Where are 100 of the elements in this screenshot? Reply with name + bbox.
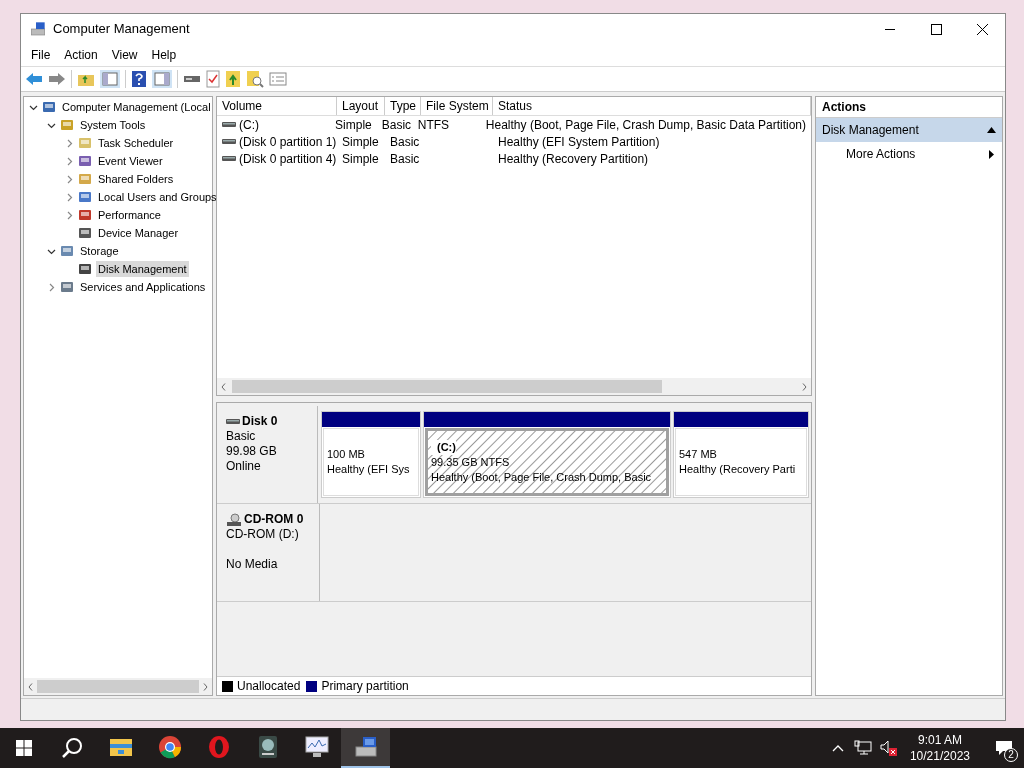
legend-label: Primary partition — [321, 678, 409, 695]
column-header[interactable]: Type — [385, 97, 421, 115]
checklist-icon[interactable] — [206, 70, 220, 88]
table-cell-text: NTFS — [417, 116, 450, 134]
horizontal-scrollbar[interactable] — [24, 678, 212, 695]
drive-icon — [222, 137, 236, 146]
tree-item[interactable]: Shared Folders — [96, 170, 176, 188]
menu-item[interactable]: Help — [144, 46, 184, 64]
scroll-right-icon[interactable] — [802, 382, 807, 391]
table-cell-text: Basic — [390, 133, 420, 151]
clock-date[interactable]: 10/21/2023 — [909, 748, 970, 764]
tree-node-icon — [41, 99, 57, 115]
tree-item[interactable]: Services and Applications — [78, 278, 208, 296]
tree-node-icon — [59, 243, 75, 259]
partition-block[interactable]: (C:) 99.35 GB NTFS Healthy (Boot, Page File, Crash Dump, Basic — [423, 411, 671, 498]
disk-detail: No Media — [226, 557, 279, 572]
table-cell-text: Simple — [335, 116, 372, 134]
tree-item[interactable]: Task Scheduler — [96, 134, 176, 152]
tree-item[interactable]: Device Manager — [96, 224, 181, 242]
tree-item[interactable]: Event Viewer — [96, 152, 165, 170]
table-cell-text: (Disk 0 partition 1) — [239, 133, 337, 151]
notification-button[interactable]: 2 — [984, 728, 1024, 768]
disk-detail: Basic — [226, 429, 257, 444]
table-cell-text: Healthy (Recovery Partition) — [498, 150, 649, 168]
pane-toggle-icon[interactable] — [100, 70, 120, 88]
menu-item[interactable]: File — [24, 46, 58, 64]
cd-drive-icon — [226, 512, 242, 527]
expand-chevron-icon[interactable] — [65, 192, 74, 202]
table-cell-text: Healthy (EFI System Partition) — [498, 133, 660, 151]
column-header[interactable]: Status — [493, 97, 811, 115]
action-item[interactable]: More Actions — [816, 142, 1002, 166]
disk-detail: Online — [226, 459, 262, 474]
table-cell-text: (Disk 0 partition 4) — [239, 150, 337, 168]
tree-node-icon — [77, 153, 93, 169]
scroll-left-icon[interactable] — [221, 382, 226, 391]
tree-node-icon — [59, 279, 75, 295]
tree-node-icon — [59, 117, 75, 133]
disk-detail: 99.98 GB — [226, 444, 278, 459]
disk-info-panel[interactable]: Disk 0 Basic 99.98 GB Online — [217, 406, 318, 503]
table-cell-text: Healthy (Boot, Page File, Crash Dump, Basic Data Partition) — [485, 116, 806, 134]
tree-item[interactable]: Local Users and Groups — [96, 188, 219, 206]
tree-node-icon — [77, 225, 93, 241]
forward-arrow-icon[interactable] — [48, 71, 66, 87]
back-arrow-icon[interactable] — [25, 71, 43, 87]
windows-logo-icon — [16, 740, 32, 756]
minimize-icon — [885, 28, 895, 30]
drive-icon — [226, 417, 240, 426]
horizontal-scrollbar[interactable] — [217, 378, 811, 395]
action-section-header[interactable]: Disk Management — [816, 118, 1002, 142]
table-cell-text: Basic — [390, 150, 420, 168]
folder-icon — [108, 736, 133, 758]
notification-count: 2 — [1004, 748, 1018, 762]
disk-name: Disk 0 — [242, 414, 278, 429]
tree-item[interactable]: System Tools — [78, 116, 148, 134]
menu-item[interactable]: Action — [57, 46, 105, 64]
expand-chevron-icon[interactable] — [47, 282, 56, 292]
help-icon[interactable] — [131, 70, 147, 88]
muted-speaker-icon[interactable] — [879, 740, 898, 756]
pane-toggle-icon[interactable] — [152, 70, 172, 88]
partition-block[interactable]: 547 MB Healthy (Recovery Parti — [673, 411, 809, 498]
tree-item[interactable]: Storage — [78, 242, 121, 260]
taskbar-app-button[interactable] — [341, 728, 390, 768]
column-header[interactable]: Volume — [217, 97, 337, 115]
column-header[interactable]: Layout — [337, 97, 385, 115]
legend-label: Unallocated — [237, 678, 301, 695]
tree-item[interactable]: Performance — [96, 206, 163, 224]
menu-item[interactable]: View — [104, 46, 145, 64]
chevron-up-icon[interactable] — [831, 744, 844, 752]
table-cell-text: Simple — [342, 133, 379, 151]
tree-node-icon — [77, 171, 93, 187]
scroll-left-icon[interactable] — [28, 682, 33, 691]
network-icon[interactable] — [853, 740, 872, 756]
partition-label: (C:) — [431, 439, 456, 455]
table-cell-text: (C:) — [239, 116, 259, 134]
tree-item[interactable]: Disk Management — [96, 260, 189, 278]
expand-chevron-icon[interactable] — [65, 210, 74, 220]
submenu-arrow-icon — [989, 149, 994, 159]
expand-chevron-icon[interactable] — [65, 156, 74, 166]
speech-bubble-icon — [995, 740, 1013, 756]
partition-block[interactable]: 100 MB Healthy (EFI Sys — [321, 411, 421, 498]
collapse-triangle-icon[interactable] — [987, 127, 996, 133]
drive-icon — [222, 120, 236, 129]
disk-info-panel[interactable]: CD-ROM 0 CD-ROM (D:) No Media — [217, 504, 320, 601]
tree-item[interactable]: Computer Management (Local — [60, 98, 213, 116]
clock-time[interactable]: 9:01 AM — [917, 732, 962, 748]
chrome-icon — [157, 735, 182, 759]
partition-size: 99.35 GB NTFS — [431, 454, 511, 470]
scroll-right-icon[interactable] — [203, 682, 208, 691]
column-header[interactable]: File System — [421, 97, 493, 115]
tree-node-icon — [77, 261, 93, 277]
tree-node-icon — [77, 135, 93, 151]
opera-icon — [206, 735, 231, 759]
expand-chevron-icon[interactable] — [65, 174, 74, 184]
expand-chevron-icon[interactable] — [65, 138, 74, 148]
monitor-chart-icon — [303, 735, 330, 759]
partition-status: Healthy (Recovery Parti — [679, 462, 797, 477]
disk-name: CD-ROM 0 — [244, 512, 304, 527]
search-document-icon[interactable] — [246, 70, 264, 88]
computer-management-icon — [352, 735, 379, 759]
arrow-up-document-icon[interactable] — [225, 70, 241, 88]
